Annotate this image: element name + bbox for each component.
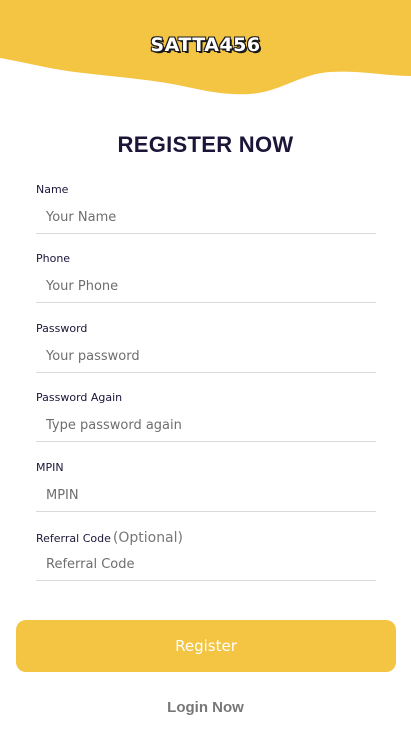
phone-label: Phone bbox=[36, 252, 71, 266]
name-label: Name bbox=[36, 183, 69, 196]
register-button[interactable]: Register bbox=[16, 620, 396, 672]
password-input[interactable] bbox=[36, 340, 376, 373]
mpin-input[interactable] bbox=[36, 479, 376, 512]
password-again-label: Password Again bbox=[36, 391, 123, 405]
page-title: REGISTER NOW bbox=[117, 132, 294, 157]
referral-label-text: Referral Code bbox=[36, 531, 111, 545]
optional-hint: (Optional) bbox=[112, 529, 183, 546]
phone-field-group: Phone bbox=[36, 249, 376, 318]
header: SATTA456 bbox=[0, 0, 411, 100]
password-field-group: Password bbox=[36, 319, 376, 388]
name-input[interactable] bbox=[36, 202, 376, 234]
password-label: Password bbox=[36, 321, 88, 335]
password-again-input[interactable] bbox=[36, 410, 376, 443]
mpin-label: MPIN bbox=[36, 460, 64, 474]
password-again-field-group: Password Again bbox=[36, 388, 376, 457]
referral-code-input[interactable] bbox=[36, 548, 376, 581]
referral-field-group: Referral Code (Optional) bbox=[36, 527, 376, 596]
register-form: Name Phone Password Password Again MPIN … bbox=[36, 180, 376, 596]
login-now-link[interactable]: Login Now bbox=[0, 699, 411, 716]
mpin-field-group: MPIN bbox=[36, 458, 376, 527]
referral-label: Referral Code (Optional) bbox=[36, 530, 183, 546]
brand-logo: SATTA456 bbox=[150, 33, 261, 56]
name-field-group: Name bbox=[36, 180, 376, 249]
phone-input[interactable] bbox=[36, 271, 376, 304]
